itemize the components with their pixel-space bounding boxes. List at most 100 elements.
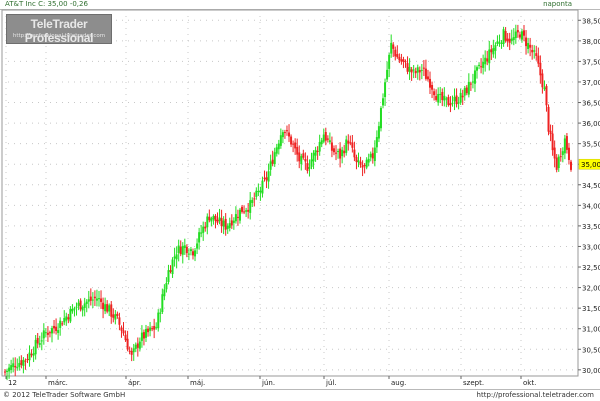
candle-body (529, 44, 532, 48)
candle-body (132, 348, 135, 353)
candle-body (467, 81, 470, 95)
candle-body (316, 151, 319, 153)
candle-body (330, 142, 333, 151)
candle-body (480, 66, 483, 68)
candle-body (567, 147, 570, 160)
y-tick-label: 38,50 (582, 17, 600, 25)
time-axis: 12 márc. ápr. máj. jún. júl. aug. szept. okt. (5, 376, 536, 387)
candle-body (410, 69, 413, 73)
candle-body (457, 102, 460, 104)
candle-body (134, 344, 137, 349)
candle-body (251, 199, 254, 203)
candle-body (537, 55, 540, 64)
candle-body (351, 142, 354, 148)
candle-body (504, 31, 507, 41)
logo-url-text: http://professional.teletrader.com (12, 33, 106, 39)
candle-body (500, 42, 503, 44)
candle-body (6, 370, 9, 372)
candle-body (453, 96, 456, 102)
candle-body (50, 328, 53, 334)
x-tick-label: júl. (325, 379, 337, 387)
candle-body (461, 95, 464, 98)
candle-body (400, 59, 403, 62)
candle-body (304, 158, 307, 162)
candle-body (408, 66, 411, 72)
candle-body (210, 218, 213, 222)
candle-body (471, 81, 474, 83)
candle-body (357, 160, 360, 163)
last-price-label: 35,00 (581, 161, 600, 169)
candle-body (89, 296, 92, 301)
candle-body (429, 78, 432, 88)
logo-brand-text: TeleTrader Professional (24, 17, 94, 45)
chart-window: AT&T Inc C: 35,00 -0,26 napontа 30,00 30,… (0, 0, 600, 401)
candle-body (114, 314, 117, 320)
candle-body (498, 42, 501, 44)
candle-body (343, 150, 346, 154)
candle-body (447, 97, 450, 105)
candle-body (482, 61, 485, 68)
candle-body (339, 148, 342, 159)
candle-body (136, 343, 139, 348)
footer-link[interactable]: http://professional.teletrader.com (477, 391, 594, 399)
candle-body (290, 136, 293, 145)
price-axis: 30,00 30,50 31,00 31,50 32,00 32,50 33,00 33,50… (578, 17, 600, 375)
candle-body (222, 220, 225, 227)
y-tick-label: 34,50 (582, 182, 600, 190)
candle-body (130, 350, 133, 355)
candle-body (157, 312, 160, 329)
candle-body (91, 299, 94, 301)
candle-body (185, 246, 188, 254)
candle-body (275, 147, 278, 154)
candle-body (61, 323, 64, 325)
price-chart[interactable]: 30,00 30,50 31,00 31,50 32,00 32,50 33,00 33,50… (0, 0, 600, 400)
y-tick-label: 36,00 (582, 120, 600, 128)
candle-body (169, 270, 172, 272)
candle-body (414, 71, 417, 74)
candle-body (79, 300, 82, 310)
plot-area (1, 9, 579, 377)
candle-body (228, 223, 231, 228)
candle-body (349, 142, 352, 144)
candle-body (302, 153, 305, 158)
y-tick-label: 37,00 (582, 79, 600, 87)
candle-body (67, 317, 70, 320)
x-tick-label: 12 (8, 379, 17, 387)
candle-body (353, 149, 356, 158)
x-tick-label: jún. (261, 379, 275, 387)
candle-body (263, 177, 266, 179)
candle-body (473, 70, 476, 84)
candle-body (527, 43, 530, 49)
candle-body (320, 140, 323, 145)
candle-body (326, 138, 329, 140)
candle-body (243, 211, 246, 213)
candle-body (547, 106, 550, 132)
candle-body (506, 38, 509, 42)
candle-body (261, 180, 264, 194)
candle-body (406, 63, 409, 72)
candle-body (512, 37, 515, 41)
candle-body (288, 132, 291, 137)
candle-body (435, 96, 438, 100)
candle-body (476, 67, 479, 71)
candle-body (386, 69, 389, 80)
candle-body (163, 289, 166, 297)
candle-body (555, 157, 558, 170)
candle-body (234, 214, 237, 222)
candle-body (394, 49, 397, 57)
candle-body (55, 326, 58, 331)
candle-body (69, 308, 72, 322)
candle-body (149, 327, 152, 331)
candle-body (10, 365, 13, 371)
candle-body (484, 57, 487, 65)
candle-body (335, 152, 338, 154)
candle-body (73, 308, 76, 310)
candle-body (402, 59, 405, 62)
candle-body (443, 95, 446, 101)
candle-body (551, 133, 554, 151)
candle-body (363, 164, 366, 166)
y-tick-label: 36,50 (582, 100, 600, 108)
candle-body (420, 69, 423, 71)
candle-body (377, 126, 380, 139)
candle-body (355, 157, 358, 162)
